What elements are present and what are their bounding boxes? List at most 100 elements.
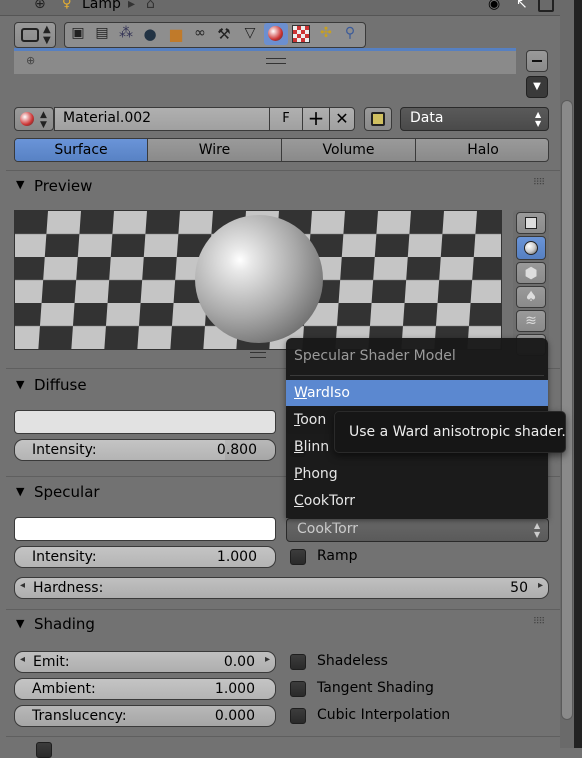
render-layers-tab-icon[interactable]: ▤ [92,25,112,43]
eye-icon[interactable]: ◉ [488,0,500,12]
checker-background [15,211,501,349]
preview-sphere-button[interactable] [516,236,546,260]
shading-expand-icon[interactable]: ▼ [16,617,24,630]
camera-render-icon[interactable] [538,0,554,12]
shadeless-checkbox[interactable] [290,654,306,670]
constraints-tab-icon[interactable]: ∞ [190,25,210,43]
unlink-material-button[interactable]: ✕ [329,107,355,131]
tangent-shading-checkbox[interactable] [290,681,306,697]
chevron-updown-icon: ▲ ▼ [534,521,541,539]
header-tab-lamp[interactable]: Lamp [82,0,121,12]
copy-icon [371,112,385,126]
header-pin-icon[interactable]: ⊕ [34,0,46,12]
ramp-checkbox[interactable] [290,549,306,565]
preview-monkey-button[interactable]: ♠ [516,286,546,308]
chevron-left-icon[interactable]: ◂ [20,654,25,665]
translucency-value: 0.000 [214,708,255,724]
fake-user-label: F [282,111,290,126]
link-dropdown[interactable]: Data ▲ ▼ [400,107,549,131]
tooltip-text: Use a Ward anisotropic shader. [349,424,566,440]
chevron-left-icon[interactable]: ◂ [20,580,25,591]
render-tab-icon[interactable]: ▣ [68,25,88,43]
minus-icon [532,60,542,62]
tooltip: Use a Ward anisotropic shader. [334,411,566,453]
particles-tab-icon[interactable]: ✣ [316,25,336,43]
diffuse-intensity-value: 0.800 [216,442,257,458]
slot-add-icon[interactable]: ⊕ [26,54,35,67]
shading-panel-title[interactable]: Shading [34,615,95,633]
shadeless-label: Shadeless [317,653,388,669]
preview-hair-button[interactable]: ≋ [516,310,546,332]
list-resize-grip[interactable] [266,58,286,64]
object-tab-icon[interactable]: ■ [166,25,186,44]
menu-item-phong[interactable]: Phong [286,461,548,487]
diffuse-intensity-slider[interactable]: Intensity: 0.800 [14,439,276,461]
preview-panel-title[interactable]: Preview [34,177,92,195]
tab-wire[interactable]: Wire [148,139,282,161]
chevron-updown-icon: ▲ ▼ [535,110,542,128]
world-tab-icon[interactable]: ● [140,25,160,43]
browse-slot-button[interactable] [364,107,392,131]
material-browse-button[interactable]: ▲ ▼ [14,107,54,131]
preview-flat-button[interactable] [516,212,546,234]
header-object-icon[interactable]: ⌂ [146,0,166,12]
specular-intensity-value: 1.000 [216,549,257,565]
specular-panel-title[interactable]: Specular [34,483,100,501]
material-slots-list[interactable] [14,48,516,74]
translucency-label: Translucency: [32,708,127,724]
cubic-interpolation-label: Cubic Interpolation [317,707,451,723]
specular-shader-value: CookTorr [297,521,359,537]
scene-tab-icon[interactable]: ⁂ [116,25,136,43]
material-sphere-icon [268,26,283,41]
link-dropdown-value: Data [410,110,444,126]
translucency-slider[interactable]: Translucency: 0.000 [14,705,276,727]
preview-expand-icon[interactable]: ▼ [16,178,24,191]
specular-intensity-slider[interactable]: Intensity: 1.000 [14,546,276,568]
specular-expand-icon[interactable]: ▼ [16,485,24,498]
menu-item-cooktorr[interactable]: CookTorr [286,488,548,514]
menu-item-mnemonic: C [294,493,304,509]
editor-type-button[interactable]: ▲ ▼ [14,22,56,48]
diffuse-expand-icon[interactable]: ▼ [16,378,24,391]
texture-tab-icon[interactable] [292,25,310,43]
slot-specials-button[interactable]: ▼ [526,76,548,98]
fake-user-button[interactable]: F [269,107,303,131]
menu-item-label: hong [302,466,338,482]
hardness-slider[interactable]: ◂ Hardness: 50 ▸ [14,577,549,599]
slot-remove-button[interactable] [526,50,548,72]
menu-item-mnemonic: B [294,439,304,455]
physics-tab-icon[interactable]: ⚲ [340,25,360,43]
cursor-icon[interactable]: ↖ [516,0,528,12]
chevron-right-icon[interactable]: ▸ [265,654,270,665]
ambient-slider[interactable]: Ambient: 1.000 [14,678,276,700]
menu-item-label: linn [303,439,330,455]
specular-shader-dropdown[interactable]: CookTorr ▲ ▼ [286,518,549,542]
preview-resize-grip[interactable] [250,352,266,358]
material-name-field[interactable]: Material.002 [54,107,270,131]
menu-item-label: ardIso [306,385,350,401]
menu-item-wardiso[interactable]: WardIso [286,380,548,406]
tab-volume[interactable]: Volume [282,139,416,161]
chevron-updown-icon: ▲ ▼ [43,24,51,46]
chevron-right-icon[interactable]: ▸ [538,580,543,591]
panel-drag-grip[interactable]: ⠿⠿ [533,178,545,188]
material-tab-icon[interactable] [264,23,288,45]
new-material-button[interactable]: + [302,107,330,131]
preview-cube-button[interactable]: ⬢ [516,262,546,284]
ambient-label: Ambient: [32,681,96,697]
next-panel-checkbox[interactable] [36,742,52,758]
data-tab-icon[interactable]: ▽ [240,25,260,43]
cubic-interpolation-checkbox[interactable] [290,708,306,724]
modifiers-tab-icon[interactable]: ⚒ [214,25,234,43]
emit-slider[interactable]: ◂ Emit: 0.00 ▸ [14,651,276,673]
panel-drag-grip[interactable]: ⠿⠿ [533,617,545,627]
tab-halo[interactable]: Halo [416,139,548,161]
diffuse-color-field[interactable] [14,410,276,434]
hair-icon: ≋ [525,313,537,329]
tab-surface[interactable]: Surface [15,139,148,161]
chevron-updown-icon: ▲ ▼ [40,110,47,130]
specular-color-field[interactable] [14,517,276,541]
sphere-icon [524,241,538,255]
diffuse-panel-title[interactable]: Diffuse [34,376,87,394]
scrollbar-thumb[interactable] [561,100,573,720]
